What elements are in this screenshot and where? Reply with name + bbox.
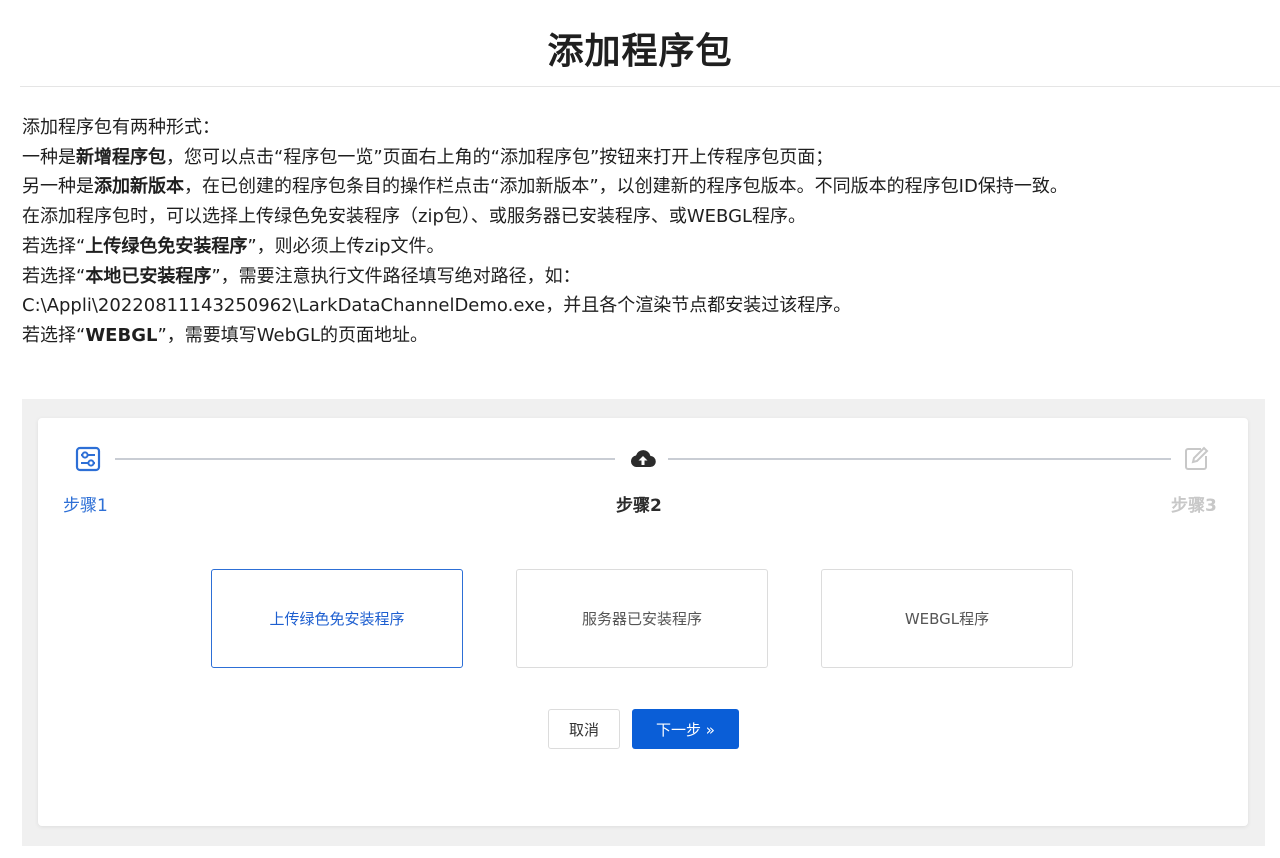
embedded-screenshot: 步骤1 步骤2 步骤3 上传绿色免安装程序 服务器已安装程序 WEBGL程序 取…: [22, 399, 1265, 846]
method-new-line: 一种是新增程序包，您可以点击“程序包一览”页面右上角的“添加程序包”按钮来打开上…: [22, 146, 834, 168]
instructions: 添加程序包有两种形式： 一种是新增程序包，您可以点击“程序包一览”页面右上角的“…: [22, 113, 1272, 351]
upload-card: 步骤1 步骤2 步骤3 上传绿色免安装程序 服务器已安装程序 WEBGL程序 取…: [38, 418, 1248, 826]
option-webgl-line: 若选择“WEBGL”，需要填写WebGL的页面地址。: [22, 324, 428, 346]
example-path-line: C:\Appli\20220811143250962\LarkDataChann…: [22, 295, 852, 317]
title-divider: [20, 86, 1280, 87]
option-zip-bold: 上传绿色免安装程序: [85, 235, 248, 257]
intro-line: 添加程序包有两种形式：: [22, 117, 220, 138]
option-local-line: 若选择“本地已安装程序”，需要注意执行文件路径填写绝对路径，如：: [22, 265, 581, 287]
options-intro-line: 在添加程序包时，可以选择上传绿色免安装程序（zip包）、或服务器已安装程序、或W…: [22, 206, 807, 228]
method-version-bold: 添加新版本: [94, 176, 184, 198]
option-zip-program[interactable]: 上传绿色免安装程序: [211, 569, 463, 668]
method-new-bold: 新增程序包: [76, 146, 166, 168]
step-connector-2: [668, 458, 1171, 460]
option-webgl-program[interactable]: WEBGL程序: [821, 569, 1073, 668]
option-server-installed[interactable]: 服务器已安装程序: [516, 569, 768, 668]
edit-icon: [1183, 446, 1209, 472]
cloud-upload-icon: [629, 446, 656, 472]
cancel-button[interactable]: 取消: [548, 709, 620, 749]
option-local-bold: 本地已安装程序: [85, 265, 212, 287]
step-3-label: 步骤3: [1171, 496, 1217, 516]
option-zip-line: 若选择“上传绿色免安装程序”，则必须上传zip文件。: [22, 235, 445, 257]
step-connector-1: [115, 458, 615, 460]
method-version-line: 另一种是添加新版本，在已创建的程序包条目的操作栏点击“添加新版本”，以创建新的程…: [22, 176, 1068, 198]
step-1-label: 步骤1: [63, 496, 108, 516]
page-title: 添加程序包: [547, 31, 733, 72]
option-webgl-bold: WEBGL: [85, 324, 158, 346]
step-2-label: 步骤2: [616, 496, 662, 516]
settings-sliders-icon: [75, 446, 101, 472]
next-step-button[interactable]: 下一步 »: [632, 709, 739, 749]
